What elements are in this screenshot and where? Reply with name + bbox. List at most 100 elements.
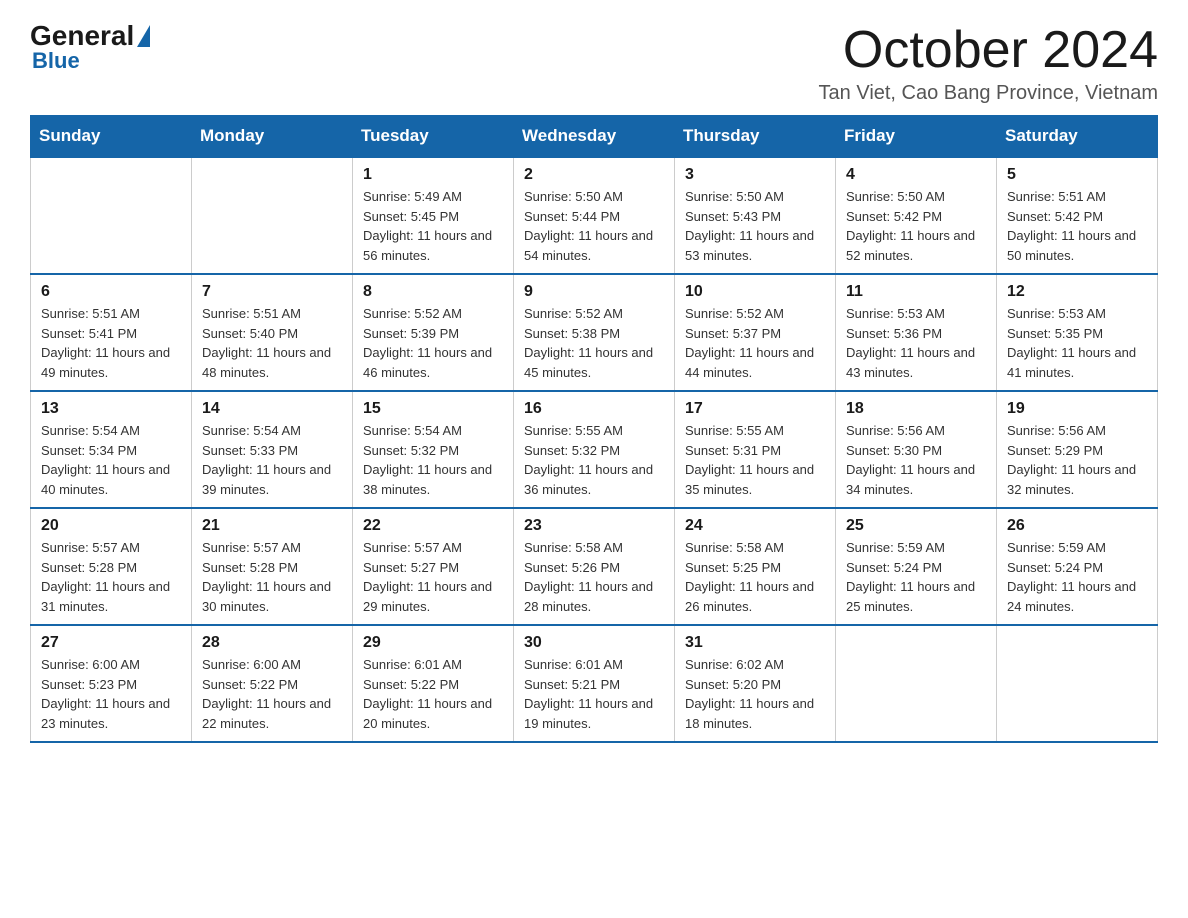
day-info: Sunrise: 5:52 AMSunset: 5:38 PMDaylight:… [524,304,664,382]
day-number: 31 [685,634,825,652]
calendar-cell: 24Sunrise: 5:58 AMSunset: 5:25 PMDayligh… [675,508,836,625]
calendar-cell: 16 Sunrise: 5:55 AMSunset: 5:32 PMDayligh… [514,391,675,508]
day-number: 6 [41,283,181,301]
calendar-cell: 25Sunrise: 5:59 AMSunset: 5:24 PMDayligh… [836,508,997,625]
day-number: 14 [202,400,342,418]
weekday-header-wednesday: Wednesday [514,116,675,158]
calendar-cell: 27Sunrise: 6:00 AMSunset: 5:23 PMDayligh… [31,625,192,742]
calendar-cell: 18 Sunrise: 5:56 AMSunset: 5:30 PMDayligh… [836,391,997,508]
day-info: Sunrise: 5:50 AMSunset: 5:44 PMDaylight:… [524,187,664,265]
calendar-cell: 22 Sunrise: 5:57 AMSunset: 5:27 PMDayligh… [353,508,514,625]
day-info: Sunrise: 5:53 AMSunset: 5:35 PMDaylight:… [1007,304,1147,382]
day-number: 13 [41,400,181,418]
day-info: Sunrise: 6:00 AMSunset: 5:23 PMDaylight:… [41,655,181,733]
day-info: Sunrise: 5:58 AMSunset: 5:25 PMDaylight:… [685,538,825,616]
calendar-cell: 28 Sunrise: 6:00 AMSunset: 5:22 PMDayligh… [192,625,353,742]
day-number: 16 [524,400,664,418]
week-row-1: 1 Sunrise: 5:49 AMSunset: 5:45 PMDaylight… [31,157,1158,274]
calendar-cell [192,157,353,274]
day-number: 18 [846,400,986,418]
day-info: Sunrise: 5:50 AMSunset: 5:43 PMDaylight:… [685,187,825,265]
calendar-cell: 10 Sunrise: 5:52 AMSunset: 5:37 PMDayligh… [675,274,836,391]
day-info: Sunrise: 6:02 AMSunset: 5:20 PMDaylight:… [685,655,825,733]
day-number: 15 [363,400,503,418]
calendar-cell: 9 Sunrise: 5:52 AMSunset: 5:38 PMDaylight… [514,274,675,391]
day-info: Sunrise: 5:51 AMSunset: 5:42 PMDaylight:… [1007,187,1147,265]
calendar-cell: 31 Sunrise: 6:02 AMSunset: 5:20 PMDayligh… [675,625,836,742]
day-info: Sunrise: 5:57 AMSunset: 5:27 PMDaylight:… [363,538,503,616]
week-row-4: 20 Sunrise: 5:57 AMSunset: 5:28 PMDayligh… [31,508,1158,625]
day-number: 8 [363,283,503,301]
weekday-header-monday: Monday [192,116,353,158]
calendar-cell: 11 Sunrise: 5:53 AMSunset: 5:36 PMDayligh… [836,274,997,391]
day-info: Sunrise: 5:54 AMSunset: 5:34 PMDaylight:… [41,421,181,499]
calendar-cell: 12Sunrise: 5:53 AMSunset: 5:35 PMDayligh… [997,274,1158,391]
day-number: 9 [524,283,664,301]
weekday-header-tuesday: Tuesday [353,116,514,158]
day-number: 30 [524,634,664,652]
day-number: 21 [202,517,342,535]
week-row-2: 6 Sunrise: 5:51 AMSunset: 5:41 PMDaylight… [31,274,1158,391]
weekday-header-thursday: Thursday [675,116,836,158]
weekday-header-friday: Friday [836,116,997,158]
calendar-cell [997,625,1158,742]
day-number: 23 [524,517,664,535]
calendar-cell [31,157,192,274]
calendar-title: October 2024 [819,20,1158,80]
day-info: Sunrise: 5:56 AMSunset: 5:30 PMDaylight:… [846,421,986,499]
calendar-cell: 23 Sunrise: 5:58 AMSunset: 5:26 PMDayligh… [514,508,675,625]
day-number: 19 [1007,400,1147,418]
day-number: 7 [202,283,342,301]
day-number: 10 [685,283,825,301]
calendar-cell: 3 Sunrise: 5:50 AMSunset: 5:43 PMDaylight… [675,157,836,274]
day-info: Sunrise: 6:01 AMSunset: 5:22 PMDaylight:… [363,655,503,733]
calendar-cell: 17Sunrise: 5:55 AMSunset: 5:31 PMDayligh… [675,391,836,508]
day-info: Sunrise: 6:01 AMSunset: 5:21 PMDaylight:… [524,655,664,733]
day-number: 29 [363,634,503,652]
day-number: 17 [685,400,825,418]
day-number: 22 [363,517,503,535]
calendar-cell: 4 Sunrise: 5:50 AMSunset: 5:42 PMDaylight… [836,157,997,274]
calendar-cell: 2 Sunrise: 5:50 AMSunset: 5:44 PMDaylight… [514,157,675,274]
day-info: Sunrise: 5:58 AMSunset: 5:26 PMDaylight:… [524,538,664,616]
calendar-cell [836,625,997,742]
day-info: Sunrise: 5:52 AMSunset: 5:37 PMDaylight:… [685,304,825,382]
day-info: Sunrise: 5:49 AMSunset: 5:45 PMDaylight:… [363,187,503,265]
day-number: 5 [1007,166,1147,184]
calendar-cell: 5 Sunrise: 5:51 AMSunset: 5:42 PMDaylight… [997,157,1158,274]
day-info: Sunrise: 5:51 AMSunset: 5:41 PMDaylight:… [41,304,181,382]
calendar-table: SundayMondayTuesdayWednesdayThursdayFrid… [30,115,1158,743]
day-info: Sunrise: 5:54 AMSunset: 5:33 PMDaylight:… [202,421,342,499]
calendar-cell: 8Sunrise: 5:52 AMSunset: 5:39 PMDaylight… [353,274,514,391]
day-info: Sunrise: 5:55 AMSunset: 5:32 PMDaylight:… [524,421,664,499]
day-info: Sunrise: 5:53 AMSunset: 5:36 PMDaylight:… [846,304,986,382]
weekday-header-sunday: Sunday [31,116,192,158]
logo-arrow-icon [137,25,150,47]
calendar-cell: 19 Sunrise: 5:56 AMSunset: 5:29 PMDayligh… [997,391,1158,508]
day-number: 3 [685,166,825,184]
week-row-5: 27Sunrise: 6:00 AMSunset: 5:23 PMDayligh… [31,625,1158,742]
calendar-cell: 26Sunrise: 5:59 AMSunset: 5:24 PMDayligh… [997,508,1158,625]
calendar-cell: 6 Sunrise: 5:51 AMSunset: 5:41 PMDaylight… [31,274,192,391]
calendar-cell: 1 Sunrise: 5:49 AMSunset: 5:45 PMDaylight… [353,157,514,274]
calendar-cell: 30 Sunrise: 6:01 AMSunset: 5:21 PMDayligh… [514,625,675,742]
day-number: 1 [363,166,503,184]
day-info: Sunrise: 5:54 AMSunset: 5:32 PMDaylight:… [363,421,503,499]
calendar-cell: 21 Sunrise: 5:57 AMSunset: 5:28 PMDayligh… [192,508,353,625]
day-number: 2 [524,166,664,184]
calendar-cell: 13 Sunrise: 5:54 AMSunset: 5:34 PMDayligh… [31,391,192,508]
title-block: October 2024 Tan Viet, Cao Bang Province… [819,20,1158,105]
weekday-header-saturday: Saturday [997,116,1158,158]
day-number: 4 [846,166,986,184]
day-info: Sunrise: 5:51 AMSunset: 5:40 PMDaylight:… [202,304,342,382]
day-info: Sunrise: 5:50 AMSunset: 5:42 PMDaylight:… [846,187,986,265]
day-number: 25 [846,517,986,535]
day-number: 11 [846,283,986,301]
day-number: 20 [41,517,181,535]
calendar-subtitle: Tan Viet, Cao Bang Province, Vietnam [819,82,1158,105]
day-info: Sunrise: 5:57 AMSunset: 5:28 PMDaylight:… [202,538,342,616]
day-info: Sunrise: 5:56 AMSunset: 5:29 PMDaylight:… [1007,421,1147,499]
day-number: 28 [202,634,342,652]
day-info: Sunrise: 6:00 AMSunset: 5:22 PMDaylight:… [202,655,342,733]
calendar-cell: 29 Sunrise: 6:01 AMSunset: 5:22 PMDayligh… [353,625,514,742]
